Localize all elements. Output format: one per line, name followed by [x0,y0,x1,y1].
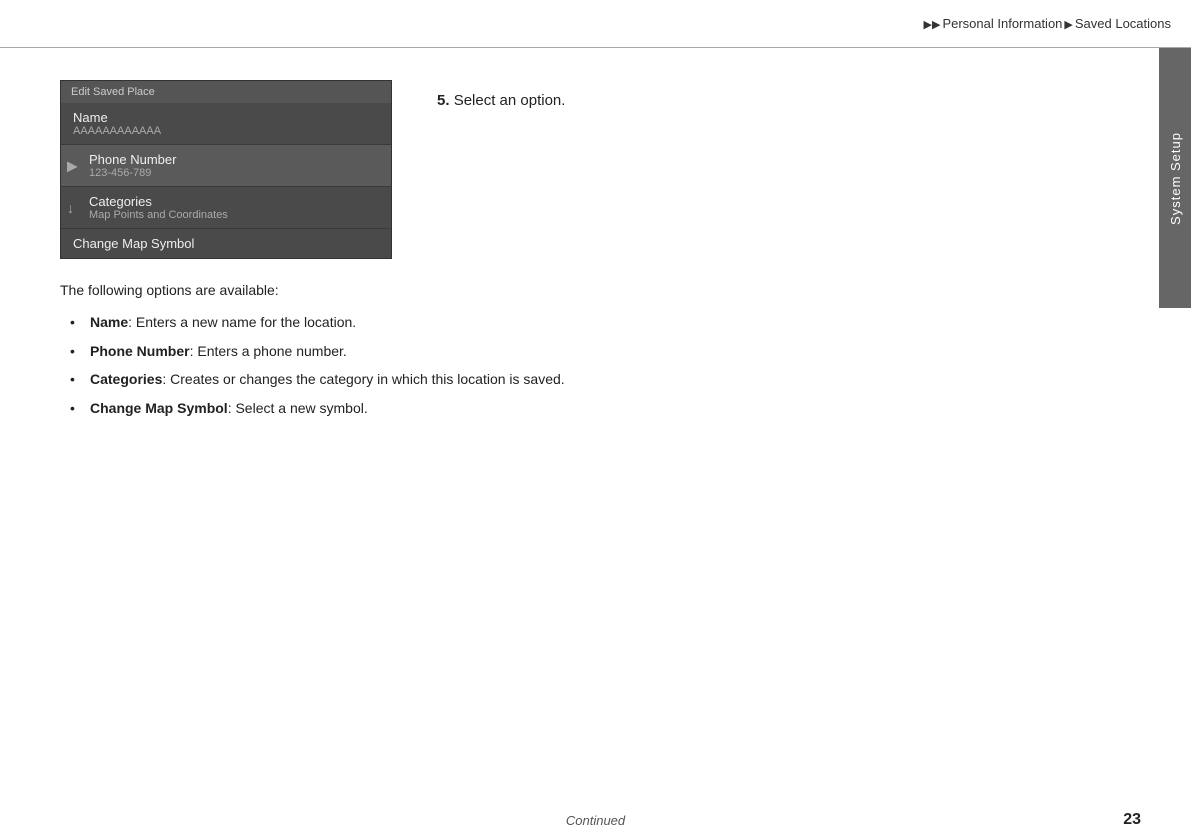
bullet-list: Name: Enters a new name for the location… [60,311,1141,419]
menu-item-change-map-label: Change Map Symbol [73,236,379,251]
ui-titlebar: Edit Saved Place [61,81,391,103]
footer-continued: Continued [566,813,625,828]
bullet-item-phone: Phone Number: Enters a phone number. [70,340,1141,362]
intro-text: The following options are available: [60,279,1141,301]
content-description: The following options are available: Nam… [60,279,1141,419]
bullet-term-phone: Phone Number [90,343,190,359]
bullet-item-change-map: Change Map Symbol: Select a new symbol. [70,397,1141,419]
bullet-term-name: Name [90,314,128,330]
instruction-side: 5. Select an option. [437,70,565,109]
ui-screenshot: Edit Saved Place Name AAAAAAAAAAAA ▶ Pho… [60,80,392,259]
bullet-desc-categories: : Creates or changes the category in whi… [162,371,564,387]
menu-item-change-map[interactable]: Change Map Symbol [61,229,391,258]
menu-item-categories-sub: Map Points and Coordinates [89,209,379,221]
bullet-item-name: Name: Enters a new name for the location… [70,311,1141,333]
bullet-term-categories: Categories [90,371,162,387]
step-text: Select an option. [454,92,566,109]
bullet-term-change-map: Change Map Symbol [90,400,228,416]
instruction-area: Edit Saved Place Name AAAAAAAAAAAA ▶ Pho… [60,70,1141,259]
bullet-item-categories: Categories: Creates or changes the categ… [70,368,1141,390]
breadcrumb-section1: Personal Information [942,16,1062,31]
menu-item-categories-arrow-icon: ↓ [67,200,74,216]
menu-item-name-label: Name [73,110,379,125]
bullet-desc-phone: : Enters a phone number. [190,343,347,359]
breadcrumb-section2: Saved Locations [1075,16,1171,31]
footer-page-number: 23 [1123,811,1141,829]
main-content: Edit Saved Place Name AAAAAAAAAAAA ▶ Pho… [60,60,1141,425]
menu-item-phone-arrow-icon: ▶ [67,157,78,174]
menu-item-phone-sub: 123-456-789 [89,167,379,179]
instruction-text: 5. Select an option. [437,92,565,109]
breadcrumb-bar: ▶▶Personal Information▶Saved Locations [0,0,1191,48]
side-tab-label: System Setup [1168,132,1183,225]
menu-item-phone[interactable]: ▶ Phone Number 123-456-789 [61,145,391,187]
side-tab: System Setup [1159,48,1191,308]
step-number: 5. [437,92,454,109]
breadcrumb-arrow1: ▶▶ [924,18,941,31]
menu-item-name-sub: AAAAAAAAAAAA [73,125,379,137]
breadcrumb-text: ▶▶Personal Information▶Saved Locations [922,16,1171,31]
bullet-desc-change-map: : Select a new symbol. [228,400,368,416]
breadcrumb-arrow2: ▶ [1064,18,1072,31]
menu-item-categories[interactable]: ↓ Categories Map Points and Coordinates [61,187,391,229]
menu-item-categories-label: Categories [89,194,379,209]
bullet-desc-name: : Enters a new name for the location. [128,314,356,330]
menu-item-phone-label: Phone Number [89,152,379,167]
menu-item-name[interactable]: Name AAAAAAAAAAAA [61,103,391,145]
